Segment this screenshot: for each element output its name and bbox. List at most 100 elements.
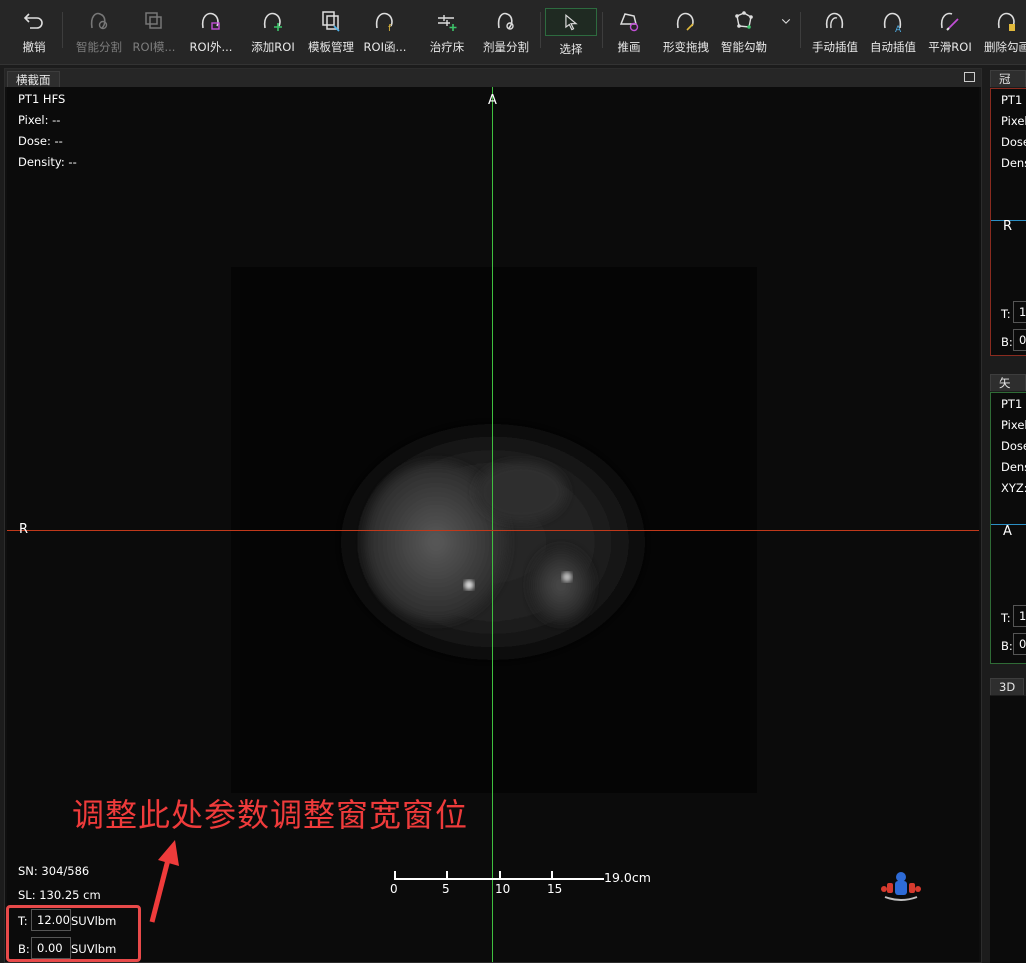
push-draw-icon — [619, 13, 639, 32]
scale-tick — [551, 871, 553, 879]
toolbar-separator — [800, 12, 801, 48]
3d-view-panel: 3D — [988, 676, 1026, 963]
undo-icon — [23, 13, 43, 29]
couch-label: 治疗床 — [429, 40, 465, 54]
more-tools-dropdown[interactable] — [778, 2, 794, 62]
toolbar-separator — [602, 12, 603, 48]
deform-drag-button[interactable]: 形变拖拽 — [660, 2, 712, 62]
coronal-dose-text: Dose — [1001, 135, 1026, 149]
coronal-top-label: T: — [1001, 307, 1011, 321]
sagittal-top-input[interactable]: 1 — [1013, 605, 1026, 627]
scale-tick-label: 5 — [442, 882, 450, 896]
roi-template-icon — [145, 12, 162, 29]
roi-outer-button[interactable]: ROI外... — [188, 2, 234, 62]
svg-text:A: A — [895, 25, 902, 34]
add-roi-icon — [263, 12, 282, 31]
dose-segment-label: 剂量分割 — [483, 40, 529, 54]
sagittal-dose-text: Dose — [1001, 439, 1026, 453]
roi-template-button[interactable]: ROI模... — [130, 2, 178, 62]
density-value-text: Density: -- — [18, 155, 77, 169]
toolbar-separator — [62, 12, 63, 48]
smart-segment-label: 智能分割 — [76, 40, 122, 54]
scale-tick-label: 0 — [390, 882, 398, 896]
pixel-value-text: Pixel: -- — [18, 113, 61, 127]
dose-value-text: Dose: -- — [18, 134, 63, 148]
couch-button[interactable]: 治疗床 — [426, 2, 468, 62]
tab-sagittal[interactable]: 矢状面 — [990, 374, 1026, 422]
undo-button[interactable]: 撤销 — [14, 2, 54, 62]
smart-outline-button[interactable]: 智能勾勒 — [718, 2, 770, 62]
add-roi-button[interactable]: 添加ROI — [248, 2, 298, 62]
auto-interp-button[interactable]: A 自动插值 — [866, 2, 920, 62]
auto-interp-label: 自动插值 — [870, 40, 916, 54]
axial-panel-header — [5, 69, 981, 87]
maximize-icon[interactable] — [964, 72, 975, 82]
dose-segment-button[interactable]: 剂量分割 — [480, 2, 532, 62]
deform-drag-label: 形变拖拽 — [663, 40, 709, 54]
auto-interp-icon: A — [883, 12, 902, 34]
template-manage-label: 模板管理 — [308, 40, 354, 54]
coronal-top-input[interactable]: 1 — [1013, 301, 1026, 323]
select-label: 选择 — [559, 42, 583, 56]
orientation-left-label: R — [19, 522, 29, 537]
slice-location-text: SL: 130.25 cm — [18, 888, 101, 902]
roi-function-icon: f — [375, 12, 393, 34]
template-manage-button[interactable]: 模板管理 — [304, 2, 358, 62]
sagittal-viewport[interactable]: PT1 H Pixel Dose Dens XYZ: A T: 1 B: 0 — [990, 392, 1026, 664]
scale-tick — [446, 871, 448, 879]
dose-segment-icon — [497, 12, 514, 30]
tab-coronal[interactable]: 冠状面 — [990, 70, 1026, 118]
side-view-column: 冠状面 PT1 H Pixel Dose Dens R T: 1 B: 0 矢状… — [988, 68, 1026, 963]
delete-contour-button[interactable]: 删除勾画 — [982, 2, 1026, 62]
annotation-arrow — [149, 840, 179, 923]
roi-function-label: ROI函... — [363, 40, 407, 54]
slice-number-text: SN: 304/586 — [18, 864, 90, 878]
chevron-down-icon — [781, 19, 791, 24]
roi-function-button[interactable]: f ROI函... — [362, 2, 408, 62]
add-roi-label: 添加ROI — [251, 40, 295, 54]
roi-outer-icon — [201, 12, 220, 30]
coronal-density-text: Dens — [1001, 156, 1026, 170]
patient-position-text: PT1 HFS — [18, 92, 66, 106]
coronal-bottom-label: B: — [1001, 335, 1013, 349]
select-cursor-icon — [565, 13, 578, 31]
smart-segment-button[interactable]: 智能分割 — [72, 2, 126, 62]
delete-contour-label: 删除勾画 — [984, 40, 1026, 54]
scale-tick-label: 10 — [495, 882, 511, 896]
coronal-view-panel: 冠状面 PT1 H Pixel Dose Dens R T: 1 B: 0 — [988, 68, 1026, 358]
scale-tick — [499, 871, 501, 879]
3d-viewport[interactable] — [990, 696, 1026, 963]
scale-tick-label: 15 — [547, 882, 563, 896]
smart-outline-label: 智能勾勒 — [721, 40, 767, 54]
sagittal-xyz-text: XYZ: — [1001, 481, 1026, 495]
coronal-viewport[interactable]: PT1 H Pixel Dose Dens R T: 1 B: 0 — [990, 88, 1026, 356]
manual-interp-button[interactable]: 手动插值 — [808, 2, 862, 62]
sagittal-patient-text: PT1 H — [1001, 397, 1026, 411]
crosshair-vertical[interactable] — [492, 87, 493, 962]
sagittal-bottom-label: B: — [1001, 639, 1013, 653]
annotation-text: 调整此处参数调整窗宽窗位 — [72, 796, 469, 834]
push-draw-button[interactable]: 推画 — [610, 2, 648, 62]
sagittal-view-panel: 矢状面 PT1 H Pixel Dose Dens XYZ: A T: 1 B:… — [988, 372, 1026, 666]
delete-contour-icon — [997, 12, 1015, 31]
coronal-patient-text: PT1 H — [1001, 93, 1026, 107]
couch-icon — [438, 15, 457, 31]
coronal-bottom-input[interactable]: 0 — [1013, 329, 1026, 351]
template-manage-icon — [322, 11, 340, 32]
select-button[interactable]: 选择 — [544, 2, 598, 62]
tab-axial[interactable]: 横截面 — [7, 71, 60, 88]
annotation-highlight-box — [6, 905, 141, 962]
scale-length-label: 19.0cm — [604, 870, 651, 885]
sagittal-orientation-label: A — [1003, 524, 1012, 539]
sagittal-bottom-input[interactable]: 0 — [1013, 633, 1026, 655]
crosshair-horizontal[interactable] — [7, 530, 979, 531]
select-button-frame — [545, 8, 597, 36]
smooth-roi-button[interactable]: 平滑ROI — [926, 2, 974, 62]
sagittal-top-label: T: — [1001, 611, 1011, 625]
sagittal-density-text: Dens — [1001, 460, 1026, 474]
smart-segment-icon — [90, 12, 108, 30]
tab-3d[interactable]: 3D — [990, 678, 1025, 695]
scale-tick — [394, 871, 396, 879]
coronal-orientation-label: R — [1003, 219, 1013, 234]
coronal-pixel-text: Pixel — [1001, 114, 1026, 128]
